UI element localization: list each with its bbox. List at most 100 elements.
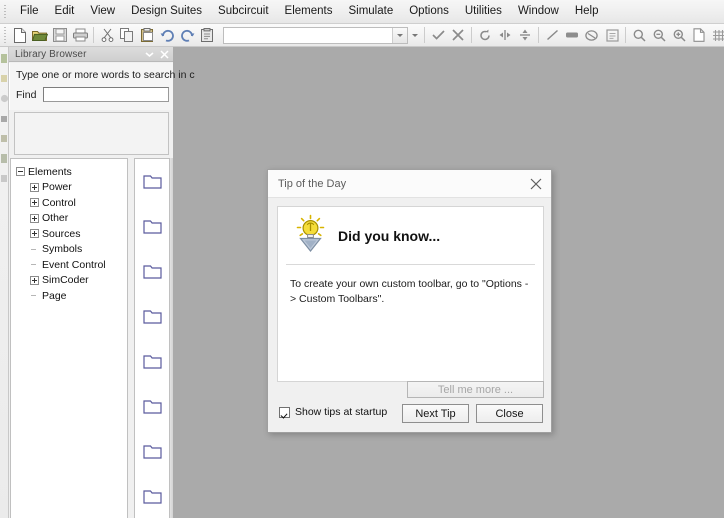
dialog-content: Did you know... To create your own custo…	[277, 206, 544, 382]
tree-stub-icon	[30, 245, 39, 254]
folder-list-item[interactable]	[135, 384, 169, 429]
check-icon[interactable]	[428, 25, 448, 45]
tip-of-the-day-dialog: Tip of the Day Did you know... To create…	[267, 169, 552, 433]
toolbar-separator	[93, 27, 94, 43]
tree-item-event-control[interactable]: Event Control	[14, 257, 127, 273]
zoom-icon[interactable]	[629, 25, 649, 45]
tell-me-more-button[interactable]: Tell me more ...	[407, 381, 544, 398]
cut-icon[interactable]	[97, 25, 117, 45]
did-you-know-header: Did you know...	[286, 207, 535, 265]
close-button[interactable]: Close	[476, 404, 543, 423]
library-search-hint: Type one or more words to search in c	[16, 69, 195, 81]
tree-item-power[interactable]: Power	[14, 180, 127, 196]
folder-list-item[interactable]	[135, 294, 169, 339]
library-browser-titlebar[interactable]: Library Browser	[9, 47, 173, 62]
vtool-probe-icon[interactable]	[0, 150, 8, 167]
expand-box-icon[interactable]	[30, 213, 39, 223]
vtool-scope-icon[interactable]	[0, 170, 8, 187]
clipboard-icon[interactable]	[197, 25, 217, 45]
expand-box-icon[interactable]	[30, 229, 39, 239]
toolbar-grip[interactable]	[2, 26, 8, 44]
flip-horizontal-icon[interactable]	[495, 25, 515, 45]
menu-item-options[interactable]: Options	[401, 2, 457, 21]
folder-list-item[interactable]	[135, 474, 169, 518]
find-row: Find	[16, 87, 170, 102]
tree-item-label: Power	[42, 181, 72, 194]
toolbar-separator	[471, 27, 472, 43]
tree-item-symbols[interactable]: Symbols	[14, 242, 127, 258]
folder-list-item[interactable]	[135, 249, 169, 294]
print-icon[interactable]	[70, 25, 90, 45]
vtool-source-icon[interactable]	[0, 90, 8, 107]
folder-list-item[interactable]	[135, 429, 169, 474]
zoom-in-icon[interactable]	[669, 25, 689, 45]
undo-icon[interactable]	[157, 25, 177, 45]
tree-item-page[interactable]: Page	[14, 288, 127, 304]
toolbar-combo-value[interactable]	[224, 28, 392, 43]
open-folder-icon[interactable]	[30, 25, 50, 45]
expand-box-icon[interactable]	[30, 182, 39, 192]
lightbulb-icon	[294, 213, 328, 258]
menu-item-edit[interactable]: Edit	[47, 2, 83, 21]
line-icon[interactable]	[542, 25, 562, 45]
tree-item-control[interactable]: Control	[14, 195, 127, 211]
collapse-box-icon[interactable]	[16, 167, 25, 177]
menu-item-window[interactable]: Window	[510, 2, 567, 21]
toolbar-overflow-chevron-icon[interactable]	[408, 25, 421, 45]
chevron-down-icon[interactable]	[392, 27, 407, 43]
expand-box-icon[interactable]	[30, 275, 39, 285]
menu-item-simulate[interactable]: Simulate	[340, 2, 401, 21]
cross-icon[interactable]	[448, 25, 468, 45]
library-panel-scrollbar[interactable]	[170, 158, 173, 518]
tree-item-label: Control	[42, 196, 76, 209]
edit-shape-icon[interactable]	[582, 25, 602, 45]
menu-item-file[interactable]: File	[12, 2, 47, 21]
flip-vertical-icon[interactable]	[515, 25, 535, 45]
menu-bar-grip[interactable]	[2, 3, 10, 20]
vtool-switch-icon[interactable]	[0, 130, 8, 147]
chevron-down-icon[interactable]	[143, 48, 156, 61]
menu-item-help[interactable]: Help	[567, 2, 607, 21]
expand-box-icon[interactable]	[30, 198, 39, 208]
close-icon[interactable]	[521, 170, 551, 197]
library-tree-panel[interactable]: Elements Power Control Other Sources Sym…	[10, 158, 128, 518]
menu-item-view[interactable]: View	[82, 2, 123, 21]
rotate-icon[interactable]	[475, 25, 495, 45]
folder-list-item[interactable]	[135, 339, 169, 384]
page-icon[interactable]	[689, 25, 709, 45]
menu-item-subcircuit[interactable]: Subcircuit	[210, 2, 277, 21]
vtool-resistor-icon[interactable]	[0, 50, 8, 67]
menu-item-utilities[interactable]: Utilities	[457, 2, 510, 21]
folder-list-item[interactable]	[135, 159, 169, 204]
show-tips-checkbox[interactable]	[279, 406, 290, 418]
left-vertical-toolbar[interactable]	[0, 47, 9, 518]
did-you-know-text: Did you know...	[338, 227, 441, 244]
label-icon[interactable]	[602, 25, 622, 45]
save-icon[interactable]	[50, 25, 70, 45]
folder-list-item[interactable]	[135, 204, 169, 249]
rectangle-icon[interactable]	[562, 25, 582, 45]
copy-icon[interactable]	[117, 25, 137, 45]
library-search-results[interactable]	[14, 112, 169, 155]
new-file-icon[interactable]	[10, 25, 30, 45]
vtool-ground-icon[interactable]	[0, 110, 8, 127]
toolbar-combo[interactable]	[223, 26, 408, 44]
zoom-out-icon[interactable]	[649, 25, 669, 45]
show-tips-at-startup-row[interactable]: Show tips at startup	[279, 406, 387, 418]
close-icon[interactable]	[158, 48, 171, 61]
menu-item-elements[interactable]: Elements	[277, 2, 341, 21]
library-folder-panel[interactable]	[134, 158, 170, 518]
vtool-capacitor-icon[interactable]	[0, 70, 8, 87]
dialog-titlebar[interactable]: Tip of the Day	[268, 170, 551, 198]
tree-item-elements[interactable]: Elements	[14, 164, 127, 180]
search-input[interactable]	[43, 87, 170, 102]
grid-icon[interactable]	[709, 25, 724, 45]
show-tips-label: Show tips at startup	[295, 406, 388, 418]
next-tip-button[interactable]: Next Tip	[402, 404, 469, 423]
tree-item-other[interactable]: Other	[14, 211, 127, 227]
paste-icon[interactable]	[137, 25, 157, 45]
menu-item-design-suites[interactable]: Design Suites	[123, 2, 210, 21]
redo-icon[interactable]	[177, 25, 197, 45]
tree-item-simcoder[interactable]: SimCoder	[14, 273, 127, 289]
tree-item-sources[interactable]: Sources	[14, 226, 127, 242]
